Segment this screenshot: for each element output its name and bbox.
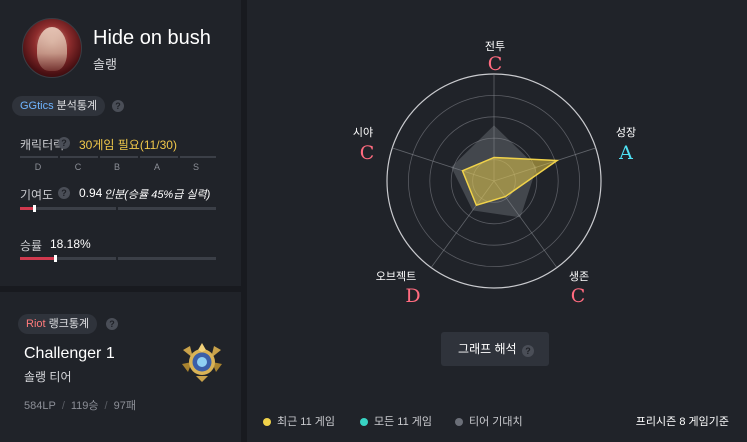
legend-dot — [360, 418, 368, 426]
radar-chart — [386, 73, 602, 289]
axis-label-survival: 생존 — [568, 271, 590, 283]
axis-grade-survival: C — [570, 285, 586, 307]
legend-item-all[interactable]: 모든 11 게임 — [360, 413, 432, 429]
axis-grade-combat: C — [487, 53, 503, 75]
legend-item-recent[interactable]: 최근 11 게임 — [263, 413, 335, 429]
question-mark-icon: ? — [521, 345, 534, 357]
axis-label-vision: 시야 — [352, 127, 374, 139]
legend-dot — [455, 418, 463, 426]
legend-item-tier[interactable]: 티어 기대치 — [455, 413, 523, 429]
graph-interpretation-button[interactable]: 그래프 해석 ? — [441, 332, 549, 366]
axis-label-objective: 오브젝트 — [375, 271, 417, 283]
graph-button-label: 그래프 해석 — [458, 342, 517, 356]
axis-grade-vision: C — [359, 142, 375, 164]
season-note: 프리시즌 8 게임기준 — [635, 416, 729, 428]
legend-label: 최근 11 게임 — [277, 416, 336, 428]
legend-label: 티어 기대치 — [469, 416, 523, 428]
legend-dot — [263, 418, 271, 426]
axis-grade-objective: D — [405, 285, 421, 307]
axis-label-combat: 전투 — [484, 41, 506, 53]
axis-grade-growth: A — [619, 142, 633, 164]
axis-label-growth: 성장 — [615, 127, 637, 139]
legend-label: 모든 11 게임 — [374, 416, 433, 428]
